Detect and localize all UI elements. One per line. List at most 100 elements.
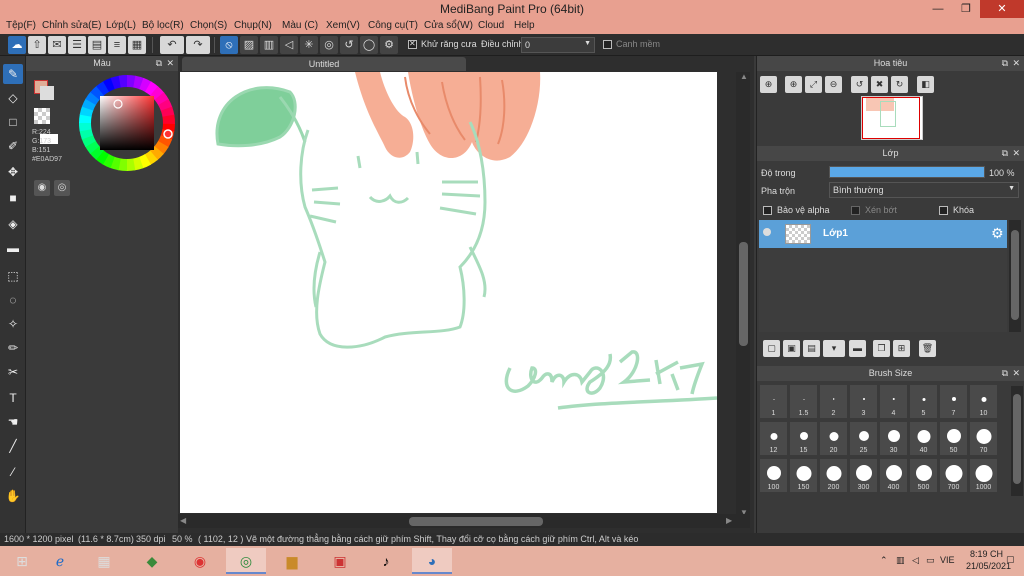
app-icon[interactable]: ▦ — [84, 548, 124, 574]
brush-size-cell[interactable]: 5 — [909, 384, 938, 419]
brush-size-cell[interactable]: 1.5 — [789, 384, 818, 419]
brush-size-cell[interactable]: 500 — [909, 458, 938, 493]
horizontal-scrollbar[interactable]: ◀ ▶ — [178, 514, 750, 528]
drawing-canvas[interactable] — [180, 72, 717, 513]
menu-capture[interactable]: Chụp(N) — [234, 20, 272, 31]
cloud-sync-icon[interactable]: ☁ — [8, 36, 26, 54]
text-tool-icon[interactable]: T — [3, 388, 23, 408]
protect-alpha-checkbox[interactable] — [763, 206, 772, 215]
minimize-button[interactable]: — — [924, 0, 952, 18]
brush-size-cell[interactable]: 3 — [849, 384, 878, 419]
input-language[interactable]: VIE — [940, 555, 955, 565]
bluestacks-icon[interactable]: ◆ — [132, 548, 172, 574]
scroll-up-icon[interactable]: ▲ — [740, 72, 748, 81]
scroll-right-icon[interactable]: ▶ — [726, 516, 732, 525]
close-icon[interactable]: ✕ — [1012, 366, 1020, 381]
menu-color[interactable]: Màu (C) — [282, 20, 318, 31]
merge-layer-icon[interactable]: ⊞ — [893, 340, 910, 357]
document-icon[interactable]: ▤ — [88, 36, 106, 54]
vertical-scroll-thumb[interactable] — [739, 242, 748, 346]
rotate-left-icon[interactable]: ↺ — [851, 76, 868, 93]
layer-scrollbar[interactable] — [1009, 220, 1021, 332]
clock-date[interactable]: 21/05/2021 — [966, 561, 1011, 571]
palette-icon[interactable]: ◉ — [34, 180, 50, 196]
add-layer-dropdown-icon[interactable]: ▾ — [823, 340, 845, 357]
eraser-tool-icon[interactable]: ◇ — [3, 88, 23, 108]
transparent-swatch[interactable] — [34, 108, 50, 124]
list-icon[interactable]: ≡ — [108, 36, 126, 54]
undock-icon[interactable]: ⧉ — [156, 56, 162, 71]
brush-size-cell[interactable]: 150 — [789, 458, 818, 493]
zoom-in-step-icon[interactable]: ⊕ — [785, 76, 802, 93]
tray-chevron-icon[interactable]: ⌃ — [880, 555, 888, 566]
brush-size-cell[interactable]: 40 — [909, 421, 938, 456]
brush-size-cell[interactable]: 300 — [849, 458, 878, 493]
brush-size-cell[interactable]: 50 — [939, 421, 968, 456]
notification-icon[interactable]: ▢ — [1006, 554, 1015, 565]
no-snap-icon[interactable]: ⦸ — [220, 36, 238, 54]
brush-size-cell[interactable]: 10 — [969, 384, 998, 419]
document-tab[interactable]: Untitled — [182, 57, 466, 71]
radial-snap-icon[interactable]: ✳ — [300, 36, 318, 54]
close-icon[interactable]: ✕ — [1012, 56, 1020, 71]
viewport-indicator[interactable] — [862, 97, 920, 139]
upload-icon[interactable]: ⇧ — [28, 36, 46, 54]
gradient-tool-icon[interactable]: ▬ — [3, 238, 23, 258]
undock-icon[interactable]: ⧉ — [1002, 56, 1008, 71]
opacity-slider[interactable] — [829, 166, 985, 178]
undock-icon[interactable]: ⧉ — [1002, 366, 1008, 381]
menu-file[interactable]: Tệp(F) — [6, 20, 36, 31]
brush-tool-icon[interactable]: ✎ — [3, 64, 23, 84]
chrome-icon[interactable]: ◉ — [180, 548, 220, 574]
internet-explorer-icon[interactable]: ℯ — [40, 548, 80, 574]
blur-tool-icon[interactable]: ✐ — [3, 136, 23, 156]
comment-icon[interactable]: ☰ — [68, 36, 86, 54]
brush-size-cell[interactable]: 700 — [939, 458, 968, 493]
menu-window[interactable]: Cửa sổ(W) — [424, 20, 473, 31]
brush-size-cell[interactable]: 100 — [759, 458, 788, 493]
shape-tool-icon[interactable]: ■ — [3, 188, 23, 208]
move-tool-icon[interactable]: ✥ — [3, 162, 23, 182]
lasso-tool-icon[interactable]: ◌ — [3, 290, 23, 310]
brush-size-cell[interactable]: 4 — [879, 384, 908, 419]
select-eraser-icon[interactable]: ✂ — [3, 362, 23, 382]
concentric-snap-icon[interactable]: ◎ — [320, 36, 338, 54]
file-explorer-icon[interactable]: ▆ — [272, 548, 312, 574]
menu-tools[interactable]: Công cụ(T) — [368, 20, 418, 31]
flip-icon[interactable]: ◧ — [917, 76, 934, 93]
clipping-checkbox[interactable] — [851, 206, 860, 215]
brush-size-cell[interactable]: 15 — [789, 421, 818, 456]
parallel-snap-icon[interactable]: ▨ — [240, 36, 258, 54]
divide-tool-icon[interactable]: ╱ — [3, 436, 23, 456]
menu-edit[interactable]: Chỉnh sửa(E) — [42, 20, 102, 31]
antialias-checkbox[interactable] — [408, 39, 417, 49]
medibang-icon[interactable]: ◕ — [412, 548, 452, 574]
new-8bit-layer-icon[interactable]: ▤ — [803, 340, 820, 357]
close-button[interactable]: ✕ — [980, 0, 1024, 18]
duplicate-layer-icon[interactable]: ❐ — [873, 340, 890, 357]
fill-tool-icon[interactable]: ◈ — [3, 214, 23, 234]
grid-icon[interactable]: ▦ — [128, 36, 146, 54]
brush-size-cell[interactable]: 2 — [819, 384, 848, 419]
zoom-out-icon[interactable]: ⊖ — [825, 76, 842, 93]
undock-icon[interactable]: ⧉ — [1002, 146, 1008, 161]
curve-snap-icon[interactable]: ↺ — [340, 36, 358, 54]
brush-size-cell[interactable]: 1000 — [969, 458, 998, 493]
brush-size-cell[interactable]: 25 — [849, 421, 878, 456]
cross-snap-icon[interactable]: ▥ — [260, 36, 278, 54]
undo-icon[interactable]: ↶ — [160, 36, 184, 54]
folder-icon[interactable]: ▬ — [849, 340, 866, 357]
magic-wand-icon[interactable]: ✧ — [3, 314, 23, 334]
vertical-scrollbar[interactable]: ▲ ▼ — [736, 72, 750, 517]
trash-icon[interactable]: 🗑 — [919, 340, 936, 357]
palette-settings-icon[interactable]: ◎ — [54, 180, 70, 196]
select-pen-icon[interactable]: ✏ — [3, 338, 23, 358]
brush-size-cell[interactable]: 7 — [939, 384, 968, 419]
color-wheel[interactable] — [78, 74, 176, 172]
brush-size-cell[interactable]: 400 — [879, 458, 908, 493]
battery-icon[interactable]: ▭ — [926, 555, 935, 566]
brush-size-cell[interactable]: 20 — [819, 421, 848, 456]
brush-size-cell[interactable]: 30 — [879, 421, 908, 456]
menu-cloud[interactable]: Cloud — [478, 20, 504, 31]
new-layer-icon[interactable]: ▢ — [763, 340, 780, 357]
